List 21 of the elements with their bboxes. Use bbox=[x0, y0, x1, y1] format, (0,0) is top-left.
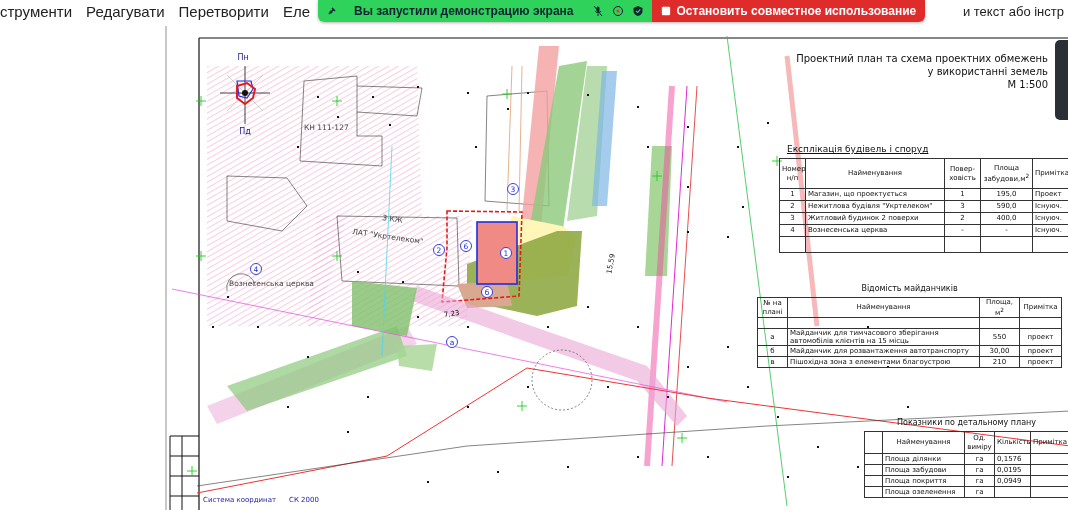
record-icon bbox=[611, 5, 624, 17]
drawing-title: Проектний план та схема проектних обмежень bbox=[796, 52, 1048, 65]
menu-item[interactable]: и текст або інстр bbox=[962, 3, 1064, 19]
compass-label: Пн bbox=[237, 53, 249, 62]
menu-item[interactable]: Еле bbox=[282, 2, 310, 20]
compass-label: Пд bbox=[239, 127, 251, 136]
stop-sharing-button[interactable]: Остановить совместное использование bbox=[651, 0, 926, 22]
drawing-title: у використанні земель bbox=[927, 65, 1048, 78]
north-arrow-drawing bbox=[219, 65, 271, 125]
shield-icon bbox=[631, 5, 644, 17]
menu-item[interactable]: струменти bbox=[0, 2, 73, 20]
table-title: Відомість майданчиків bbox=[861, 284, 958, 293]
drawing-title: М 1:500 bbox=[1007, 78, 1048, 91]
table-title: Експлікація будівель і споруд bbox=[787, 144, 929, 154]
menu-item[interactable]: Перетворити bbox=[178, 2, 269, 20]
pin-icon bbox=[326, 5, 338, 17]
table-title: Показники по детальному плану bbox=[896, 418, 1037, 427]
screen-share-message: Вы запустили демонстрацию экрана bbox=[354, 4, 574, 18]
square-icon bbox=[660, 6, 671, 16]
microphone-off-icon bbox=[591, 5, 604, 17]
menu-item[interactable]: Редагувати bbox=[86, 2, 165, 20]
